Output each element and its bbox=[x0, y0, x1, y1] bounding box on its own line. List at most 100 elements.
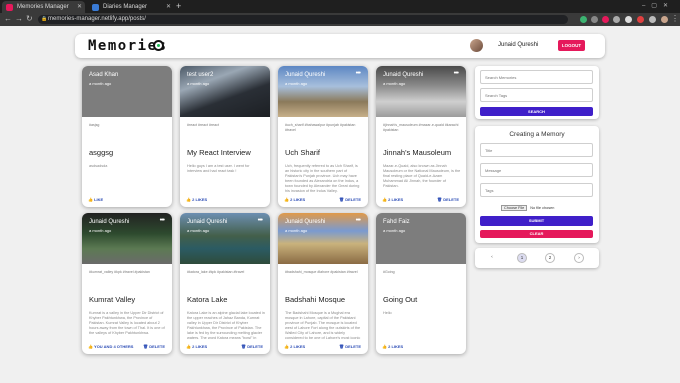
like-button[interactable]: 👍 2 LIKES bbox=[186, 197, 207, 202]
address-bar[interactable]: 🔒 memories-manager.netlify.app/posts/ bbox=[38, 15, 568, 24]
post-time: a month ago bbox=[187, 81, 210, 86]
title-field[interactable] bbox=[480, 143, 593, 157]
more-options-icon[interactable]: ••• bbox=[454, 70, 459, 77]
like-button[interactable]: 👍 LIKE bbox=[88, 197, 103, 202]
post-title: Badshahi Mosque bbox=[285, 295, 346, 304]
close-icon[interactable]: ✕ bbox=[166, 3, 171, 10]
thumb-up-icon: 👍 bbox=[186, 197, 191, 202]
tags-field[interactable] bbox=[480, 183, 593, 197]
file-picker[interactable]: Choose File No file chosen bbox=[501, 205, 555, 211]
new-tab-icon[interactable]: + bbox=[176, 1, 181, 11]
post-time: a month ago bbox=[383, 81, 406, 86]
like-count: 2 LIKES bbox=[192, 344, 208, 349]
close-icon[interactable]: ✕ bbox=[77, 3, 82, 10]
post-tags: #kumrat_valley #kpk #travel #pakistan bbox=[89, 270, 150, 274]
extension-icon[interactable] bbox=[591, 16, 598, 23]
thumb-up-icon: 👍 bbox=[284, 197, 289, 202]
message-field[interactable] bbox=[480, 163, 593, 177]
choose-file-button[interactable]: Choose File bbox=[501, 205, 528, 211]
tab-title: Diaries Manager bbox=[103, 4, 148, 10]
post-tags: #react #react #react bbox=[187, 123, 219, 127]
search-panel: SEARCH bbox=[475, 66, 599, 119]
user-name: Junaid Qureshi bbox=[498, 42, 539, 48]
thumb-up-icon: 👍 bbox=[186, 344, 191, 349]
page: Memories Junaid Qureshi LOGOUT Asad Khan… bbox=[0, 26, 680, 383]
post-author: Junaid Qureshi bbox=[383, 72, 424, 78]
back-icon[interactable]: ← bbox=[4, 14, 12, 23]
extension-icon[interactable] bbox=[649, 16, 656, 23]
more-options-icon[interactable]: ••• bbox=[356, 70, 361, 77]
thumb-up-icon: 👍 bbox=[284, 344, 289, 349]
post-title: Katora Lake bbox=[187, 295, 228, 304]
post-title: Kumrat Valley bbox=[89, 295, 136, 304]
extension-icon[interactable] bbox=[625, 16, 632, 23]
like-button[interactable]: 👍 2 LIKES bbox=[284, 197, 305, 202]
like-button[interactable]: 👍 2 LIKES bbox=[382, 344, 403, 349]
favicon-icon bbox=[92, 3, 99, 11]
post-tags: #jinnah's_mausoleum #mazar-e-quaid #kara… bbox=[383, 123, 459, 132]
prev-page-icon[interactable]: ‹ bbox=[487, 253, 497, 263]
file-status: No file chosen bbox=[530, 206, 555, 210]
pagination: ‹ 1 2 › bbox=[475, 248, 599, 268]
like-count: 2 LIKES bbox=[388, 344, 404, 349]
page-button-2[interactable]: 2 bbox=[545, 253, 555, 263]
browser-tab-memories[interactable]: Memories Manager ✕ bbox=[2, 1, 85, 13]
more-options-icon[interactable]: ••• bbox=[356, 217, 361, 224]
avatar bbox=[470, 39, 483, 52]
lock-icon: 🔒 bbox=[41, 16, 48, 22]
more-options-icon[interactable]: ••• bbox=[160, 217, 165, 224]
create-memory-form: Creating a Memory Choose FileNo file cho… bbox=[475, 126, 599, 243]
delete-button[interactable]: 🗑 DELETE bbox=[339, 344, 361, 349]
delete-label: DELETE bbox=[149, 344, 165, 349]
extension-icon[interactable] bbox=[580, 16, 587, 23]
more-options-icon[interactable]: ••• bbox=[258, 217, 263, 224]
memories-logo-icon bbox=[153, 40, 164, 51]
app-bar: Memories Junaid Qureshi LOGOUT bbox=[75, 34, 605, 58]
delete-button[interactable]: 🗑 DELETE bbox=[437, 197, 459, 202]
next-page-icon[interactable]: › bbox=[574, 253, 584, 263]
like-count: 2 LIKES bbox=[290, 197, 306, 202]
delete-button[interactable]: 🗑 DELETE bbox=[143, 344, 165, 349]
post-tags: #Going bbox=[383, 270, 395, 274]
trash-icon: 🗑 bbox=[339, 197, 345, 202]
profile-avatar[interactable] bbox=[661, 16, 668, 23]
post-message: Hello bbox=[383, 311, 392, 315]
like-count: YOU AND 4 OTHERS bbox=[94, 344, 134, 349]
delete-button[interactable]: 🗑 DELETE bbox=[339, 197, 361, 202]
extension-icon[interactable] bbox=[637, 16, 644, 23]
post-time: a month ago bbox=[89, 228, 112, 233]
url-text: memories-manager.netlify.app/posts/ bbox=[48, 16, 146, 22]
post-card: Junaid Qureshi a month ago ••• #kumrat_v… bbox=[82, 213, 172, 354]
post-card: test user2 a month ago #react #react #re… bbox=[180, 66, 270, 207]
post-message: Kumrat is a valley in the Upper Dir Dist… bbox=[89, 311, 165, 335]
search-memories-input[interactable] bbox=[480, 70, 593, 84]
search-button[interactable]: SEARCH bbox=[480, 107, 593, 116]
extension-icon[interactable] bbox=[613, 16, 620, 23]
page-button-1[interactable]: 1 bbox=[517, 253, 527, 263]
like-count: 2 LIKES bbox=[192, 197, 208, 202]
like-button[interactable]: 👍 2 LIKES bbox=[186, 344, 207, 349]
menu-icon[interactable]: ⋮ bbox=[671, 14, 679, 23]
post-time: a month ago bbox=[285, 81, 308, 86]
browser-tab-diaries[interactable]: Diaries Manager ✕ bbox=[88, 1, 174, 13]
browser-toolbar: ← → ↻ 🔒 memories-manager.netlify.app/pos… bbox=[0, 13, 680, 26]
like-button[interactable]: 👍 YOU AND 4 OTHERS bbox=[88, 344, 133, 349]
logout-button[interactable]: LOGOUT bbox=[558, 40, 585, 51]
post-card: Junaid Qureshi a month ago ••• #badshahi… bbox=[278, 213, 368, 354]
extension-icon[interactable] bbox=[602, 16, 609, 23]
delete-button[interactable]: 🗑 DELETE bbox=[241, 344, 263, 349]
like-count: LIKE bbox=[94, 197, 104, 202]
search-tags-input[interactable] bbox=[480, 88, 593, 102]
post-message: Hello guys I am a test user. I went for … bbox=[187, 164, 250, 173]
reload-icon[interactable]: ↻ bbox=[26, 14, 33, 23]
thumb-up-icon: 👍 bbox=[88, 197, 93, 202]
submit-button[interactable]: SUBMIT bbox=[480, 216, 593, 226]
like-button[interactable]: 👍 2 LIKES bbox=[382, 197, 403, 202]
post-card: Asad Khan a month ago #asjsg asggsg asds… bbox=[82, 66, 172, 207]
forward-icon[interactable]: → bbox=[15, 14, 23, 23]
clear-button[interactable]: CLEAR bbox=[480, 230, 593, 238]
post-card: Junaid Qureshi a month ago ••• #uch_shar… bbox=[278, 66, 368, 207]
window-controls[interactable]: –▢✕ bbox=[642, 2, 674, 9]
like-button[interactable]: 👍 2 LIKES bbox=[284, 344, 305, 349]
like-count: 2 LIKES bbox=[290, 344, 306, 349]
